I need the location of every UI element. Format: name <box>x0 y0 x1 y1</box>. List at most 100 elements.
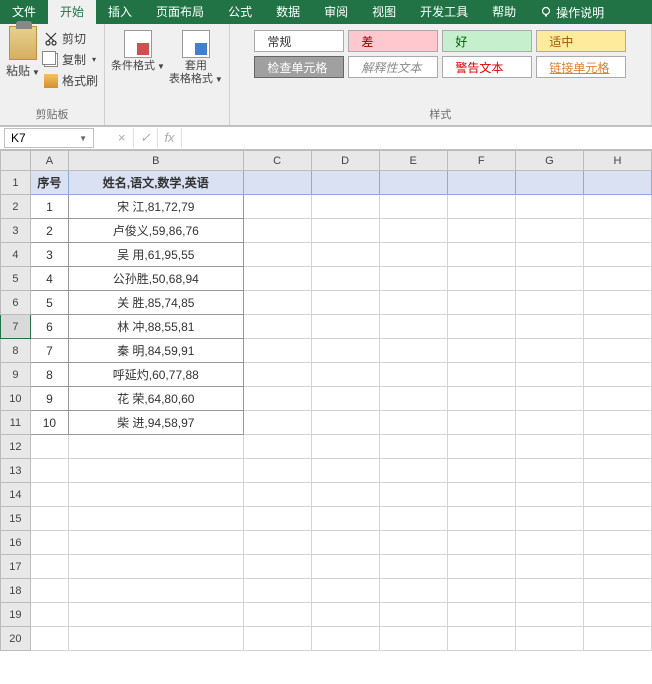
cell-E17[interactable] <box>379 555 447 579</box>
cell-H17[interactable] <box>583 555 651 579</box>
cell-E15[interactable] <box>379 507 447 531</box>
cell-A1[interactable]: 序号 <box>30 171 68 195</box>
cell-G19[interactable] <box>515 603 583 627</box>
cell-D9[interactable] <box>311 363 379 387</box>
cell-G20[interactable] <box>515 627 583 651</box>
cell-G11[interactable] <box>515 411 583 435</box>
row-header-6[interactable]: 6 <box>1 291 31 315</box>
cell-C13[interactable] <box>243 459 311 483</box>
row-header-18[interactable]: 18 <box>1 579 31 603</box>
cell-H5[interactable] <box>583 267 651 291</box>
cell-H14[interactable] <box>583 483 651 507</box>
cell-D11[interactable] <box>311 411 379 435</box>
cell-B17[interactable] <box>69 555 243 579</box>
cell-D10[interactable] <box>311 387 379 411</box>
cell-C12[interactable] <box>243 435 311 459</box>
cell-H19[interactable] <box>583 603 651 627</box>
cell-G16[interactable] <box>515 531 583 555</box>
cell-C6[interactable] <box>243 291 311 315</box>
cell-D14[interactable] <box>311 483 379 507</box>
cell-F2[interactable] <box>447 195 515 219</box>
cell-F11[interactable] <box>447 411 515 435</box>
style-normal[interactable]: 常规 <box>254 30 344 52</box>
cell-A10[interactable]: 9 <box>30 387 68 411</box>
cell-A15[interactable] <box>30 507 68 531</box>
cell-C1[interactable] <box>243 171 311 195</box>
cell-C17[interactable] <box>243 555 311 579</box>
cell-C16[interactable] <box>243 531 311 555</box>
style-neutral[interactable]: 适中 <box>536 30 626 52</box>
cell-A17[interactable] <box>30 555 68 579</box>
row-header-2[interactable]: 2 <box>1 195 31 219</box>
cell-B3[interactable]: 卢俊义,59,86,76 <box>69 219 243 243</box>
cell-C5[interactable] <box>243 267 311 291</box>
cell-C18[interactable] <box>243 579 311 603</box>
style-good[interactable]: 好 <box>442 30 532 52</box>
cell-H12[interactable] <box>583 435 651 459</box>
cell-G15[interactable] <box>515 507 583 531</box>
row-header-11[interactable]: 11 <box>1 411 31 435</box>
cell-E7[interactable] <box>379 315 447 339</box>
col-header-F[interactable]: F <box>447 151 515 171</box>
style-link[interactable]: 链接单元格 <box>536 56 626 78</box>
cell-G17[interactable] <box>515 555 583 579</box>
cell-D3[interactable] <box>311 219 379 243</box>
cell-E14[interactable] <box>379 483 447 507</box>
cell-B16[interactable] <box>69 531 243 555</box>
cell-D16[interactable] <box>311 531 379 555</box>
cell-B9[interactable]: 呼延灼,60,77,88 <box>69 363 243 387</box>
cell-F12[interactable] <box>447 435 515 459</box>
style-warning[interactable]: 警告文本 <box>442 56 532 78</box>
cell-H4[interactable] <box>583 243 651 267</box>
row-header-20[interactable]: 20 <box>1 627 31 651</box>
cell-A13[interactable] <box>30 459 68 483</box>
cell-A3[interactable]: 2 <box>30 219 68 243</box>
col-header-G[interactable]: G <box>515 151 583 171</box>
cell-E5[interactable] <box>379 267 447 291</box>
row-header-10[interactable]: 10 <box>1 387 31 411</box>
cell-D20[interactable] <box>311 627 379 651</box>
cell-H9[interactable] <box>583 363 651 387</box>
cell-A16[interactable] <box>30 531 68 555</box>
cell-A19[interactable] <box>30 603 68 627</box>
name-box[interactable]: K7 ▼ <box>4 128 94 148</box>
tab-home[interactable]: 开始 <box>48 0 96 24</box>
cell-B2[interactable]: 宋 江,81,72,79 <box>69 195 243 219</box>
cell-E4[interactable] <box>379 243 447 267</box>
cell-G7[interactable] <box>515 315 583 339</box>
cell-H18[interactable] <box>583 579 651 603</box>
col-header-D[interactable]: D <box>311 151 379 171</box>
cut-button[interactable]: 剪切 <box>44 30 98 47</box>
cell-D19[interactable] <box>311 603 379 627</box>
cell-D5[interactable] <box>311 267 379 291</box>
cell-B1[interactable]: 姓名,语文,数学,英语 <box>69 171 243 195</box>
cell-A9[interactable]: 8 <box>30 363 68 387</box>
row-header-1[interactable]: 1 <box>1 171 31 195</box>
cell-G5[interactable] <box>515 267 583 291</box>
cell-E10[interactable] <box>379 387 447 411</box>
row-header-8[interactable]: 8 <box>1 339 31 363</box>
cell-E20[interactable] <box>379 627 447 651</box>
cell-H6[interactable] <box>583 291 651 315</box>
cell-B20[interactable] <box>69 627 243 651</box>
tab-data[interactable]: 数据 <box>264 0 312 24</box>
row-header-9[interactable]: 9 <box>1 363 31 387</box>
row-header-17[interactable]: 17 <box>1 555 31 579</box>
row-header-16[interactable]: 16 <box>1 531 31 555</box>
cell-H11[interactable] <box>583 411 651 435</box>
cell-G8[interactable] <box>515 339 583 363</box>
cell-H15[interactable] <box>583 507 651 531</box>
cell-G4[interactable] <box>515 243 583 267</box>
style-bad[interactable]: 差 <box>348 30 438 52</box>
tab-dev[interactable]: 开发工具 <box>408 0 480 24</box>
cell-A8[interactable]: 7 <box>30 339 68 363</box>
tab-insert[interactable]: 插入 <box>96 0 144 24</box>
cell-B19[interactable] <box>69 603 243 627</box>
cell-A18[interactable] <box>30 579 68 603</box>
cell-G14[interactable] <box>515 483 583 507</box>
enter-button[interactable]: ✓ <box>134 128 158 148</box>
cell-F8[interactable] <box>447 339 515 363</box>
cell-G1[interactable] <box>515 171 583 195</box>
cell-G12[interactable] <box>515 435 583 459</box>
tab-review[interactable]: 审阅 <box>312 0 360 24</box>
